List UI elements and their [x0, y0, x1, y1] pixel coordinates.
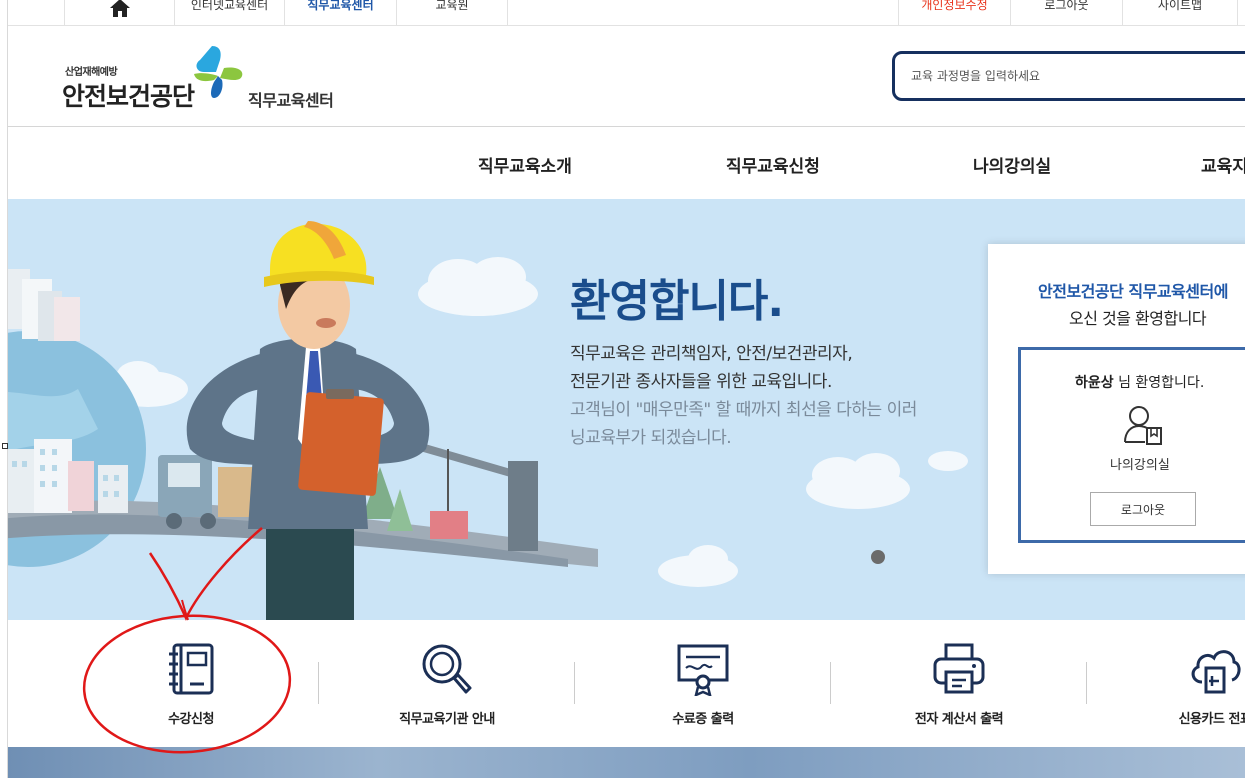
quick-item-label: 수료증 출력 [672, 712, 734, 727]
left-gutter [0, 0, 8, 778]
hero-title: 환영합니다. [570, 276, 784, 327]
notebook-icon [169, 643, 214, 695]
quick-item-label: 직무교육기관 안내 [399, 712, 495, 727]
quick-menu: 수강신청 직무교육기관 안내 수료증 출력 전자 계산서 출력 신용카드 전표 [8, 620, 1245, 747]
logo-subtitle: 직무교육센터 [248, 91, 334, 110]
welcome-panel: 안전보건공단 직무교육센터에 오신 것을 환영합니다 하윤상 님 환영합니다. … [988, 244, 1245, 574]
printer-icon [933, 643, 985, 694]
quick-item-label: 전자 계산서 출력 [914, 712, 1004, 727]
topbar-link-institute[interactable]: 교육원 [396, 0, 508, 26]
quick-item-label: 수강신청 [168, 712, 214, 727]
logo-tagline: 산업재해예방 [65, 67, 118, 78]
topbar-link-label: 로그아웃 [1044, 0, 1089, 12]
quick-item-course-apply[interactable]: 수강신청 [63, 620, 319, 747]
top-utility-bar: 인터넷교육센터 직무교육센터 교육원 개인정보수정 로그아웃 사이트맵 [8, 0, 1245, 26]
topbar-link-label: 개인정보수정 [921, 0, 988, 12]
magnifier-icon [422, 644, 472, 694]
quick-item-invoice-print[interactable]: 전자 계산서 출력 [831, 620, 1087, 747]
bottom-banner-strip [8, 747, 1245, 778]
nav-item-apply[interactable]: 직무교육신청 [726, 152, 820, 177]
my-classroom-label[interactable]: 나의강의실 [1110, 454, 1170, 473]
home-icon [110, 0, 130, 17]
hero-banner: 환영합니다. 직무교육은 관리책임자, 안전/보건관리자, 전문기관 종사자들을… [8, 199, 1245, 620]
user-name: 하윤상 [1075, 375, 1114, 391]
main-nav: 직무교육소개 직무교육신청 나의강의실 교육지 [8, 127, 1245, 199]
user-welcome-text: 하윤상 님 환영합니다. [1075, 372, 1204, 392]
slider-dot[interactable] [871, 550, 885, 564]
cloud-document-icon [1191, 650, 1241, 694]
topbar-link-label: 교육원 [435, 0, 469, 12]
logo-name: 안전보건공단 [62, 82, 195, 111]
quick-item-label: 신용카드 전표 [1178, 712, 1245, 727]
topbar-link-internet-edu[interactable]: 인터넷교육센터 [174, 0, 284, 26]
topbar-link-label: 사이트맵 [1157, 0, 1203, 12]
logout-button[interactable]: 로그아웃 [1090, 492, 1196, 526]
site-header: 산업재해예방 안전보건공단 직무교육센터 [8, 26, 1245, 127]
user-box: 하윤상 님 환영합니다. 나의강의실 로그아웃 [1018, 347, 1245, 543]
topbar-link-job-edu[interactable]: 직무교육센터 [284, 0, 396, 26]
sitemap-link[interactable]: 사이트맵 [1122, 0, 1238, 26]
course-search-box [892, 51, 1245, 101]
topbar-link-label: 직무교육센터 [307, 0, 374, 12]
nav-item-my-classroom[interactable]: 나의강의실 [973, 152, 1051, 177]
edit-profile-link[interactable]: 개인정보수정 [898, 0, 1010, 26]
hero-text-line: 닝교육부가 되겠습니다. [570, 428, 732, 448]
logo-cross-icon [194, 46, 243, 98]
user-classroom-icon[interactable] [1123, 404, 1163, 446]
panel-title: 안전보건공단 직무교육센터에 [1038, 282, 1228, 301]
logout-link[interactable]: 로그아웃 [1010, 0, 1122, 26]
panel-subtitle: 오신 것을 환영합니다 [1069, 309, 1207, 328]
nav-item-intro[interactable]: 직무교육소개 [478, 152, 572, 177]
quick-item-card-receipt[interactable]: 신용카드 전표 [1087, 620, 1245, 747]
quick-item-certificate-print[interactable]: 수료증 출력 [575, 620, 831, 747]
hero-text-line: 전문기관 종사자들을 위한 교육입니다. [570, 372, 832, 392]
topbar-link-label: 인터넷교육센터 [190, 0, 269, 12]
home-link[interactable] [64, 0, 174, 26]
course-search-input[interactable] [911, 54, 1231, 98]
certificate-icon [677, 644, 729, 696]
nav-item-edu-materials[interactable]: 교육지 [1201, 152, 1245, 177]
user-welcome-suffix: 님 환영합니다. [1113, 375, 1205, 391]
quick-item-institution-guide[interactable]: 직무교육기관 안내 [319, 620, 575, 747]
hero-text-line: 고객님이 "매우만족" 할 때까지 최선을 다하는 이러 [570, 400, 917, 420]
hero-text-line: 직무교육은 관리책임자, 안전/보건관리자, [570, 344, 853, 364]
